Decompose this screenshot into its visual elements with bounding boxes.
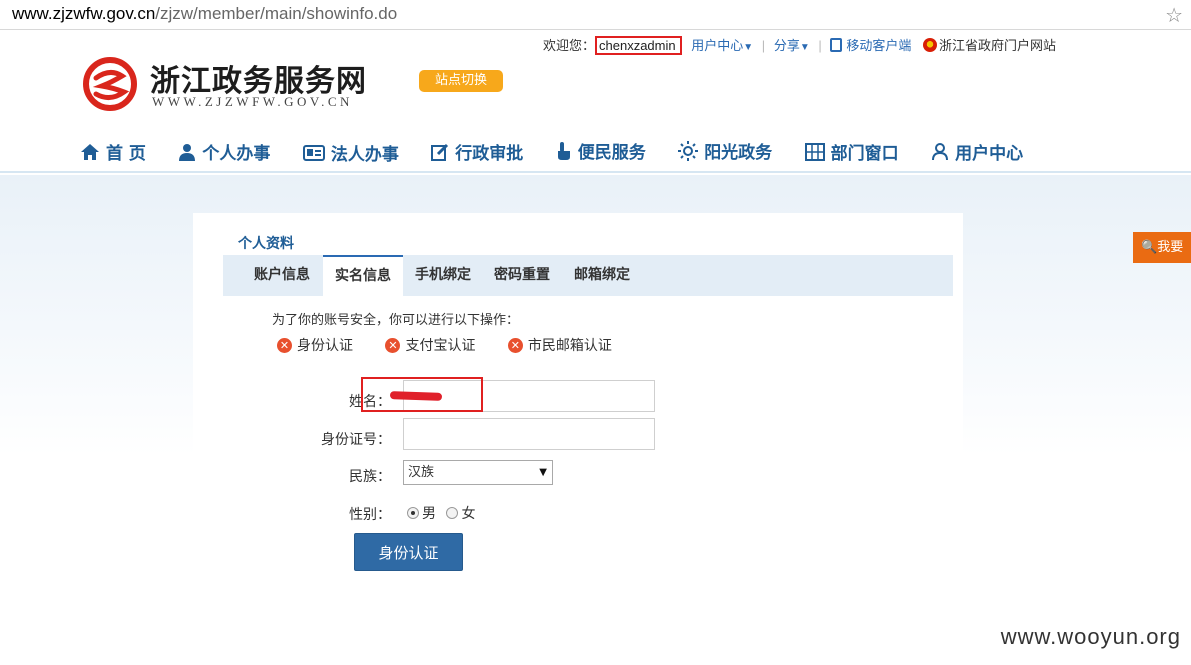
user-icon — [932, 142, 949, 160]
site-logo[interactable]: 浙江政务服务网 WWW.ZJZWFW.GOV.CN — [82, 56, 412, 116]
hand-icon — [557, 141, 570, 160]
nav-label: 便民服务 — [577, 143, 646, 163]
share-dropdown[interactable]: 分享▼ — [774, 38, 810, 53]
verification-label: 身份认证 — [297, 338, 353, 354]
url-host: www.zjzwfw.gov.cn — [12, 4, 156, 23]
user-center-dropdown[interactable]: 用户中心▼ — [691, 38, 753, 53]
gender-option-label: 女 — [461, 506, 476, 522]
nav-label: 行政审批 — [455, 144, 524, 164]
nav-label: 法人办事 — [330, 145, 399, 165]
nav-item-open-government[interactable]: 阳光政务 — [678, 138, 772, 163]
id-number-field[interactable] — [403, 418, 655, 450]
floating-side-label: 我要 — [1157, 240, 1184, 255]
mobile-phone-icon — [830, 38, 843, 52]
gender-radio-group: 男 女 — [407, 503, 475, 523]
person-icon — [179, 143, 196, 161]
id-number-label: 身份证号： — [321, 432, 391, 448]
nav-item-user-center[interactable]: 用户中心 — [931, 139, 1023, 164]
home-icon — [81, 143, 99, 160]
nav-item-public-service[interactable]: 便民服务 — [556, 138, 646, 163]
chevron-down-icon: ▼ — [799, 42, 810, 53]
user-center-label: 用户中心 — [691, 38, 744, 53]
url-text[interactable]: www.zjzwfw.gov.cn/zjzw/member/main/showi… — [12, 4, 397, 24]
close-circle-icon: ✕ — [507, 337, 523, 353]
gender-label: 性别： — [349, 507, 391, 523]
mobile-client-label: 移动客户端 — [846, 38, 912, 53]
browser-address-bar[interactable]: www.zjzwfw.gov.cn/zjzw/member/main/showi… — [0, 0, 1191, 30]
divider: | — [818, 38, 822, 53]
switch-site-button[interactable]: 站点切换 — [419, 70, 503, 92]
verification-label: 支付宝认证 — [405, 338, 476, 354]
username-display: chenxzadmin — [595, 36, 682, 55]
close-circle-icon: ✕ — [277, 337, 292, 353]
close-circle-icon: ✕ — [385, 337, 401, 353]
site-header: 欢迎您： chenxzadmin 用户中心▼ | 分享▼ | 移动客户端 浙江省政… — [0, 30, 1191, 173]
chevron-down-icon: ▼ — [743, 42, 754, 53]
radio-button[interactable] — [407, 507, 419, 519]
portal-label: 浙江省政府门户网站 — [939, 38, 1057, 53]
bookmark-star-icon[interactable]: ☆ — [1165, 3, 1183, 27]
id-card-icon — [302, 144, 325, 161]
main-nav: 首 页 个人办事 法人办事 行政审批 便民服务 阳光政务 部门窗口 用户中心 — [80, 138, 1051, 166]
nav-item-corporate[interactable]: 法人办事 — [302, 140, 399, 165]
url-path: /zjzw/member/main/showinfo.do — [155, 4, 398, 23]
tab-password-reset[interactable]: 密码重置 — [483, 255, 561, 296]
ethnicity-label: 民族： — [349, 469, 391, 485]
panel-title: 个人资料 — [238, 236, 294, 252]
gender-option-male[interactable]: 男 — [407, 506, 436, 522]
verification-id[interactable]: ✕ 身份认证 — [277, 335, 353, 355]
national-emblem-icon — [923, 38, 938, 52]
nav-label: 部门窗口 — [830, 144, 899, 164]
nav-label: 阳光政务 — [704, 143, 773, 163]
verification-label: 市民邮箱认证 — [527, 338, 612, 354]
gender-option-label: 男 — [422, 506, 436, 522]
tab-email-binding[interactable]: 邮箱绑定 — [563, 255, 641, 296]
nav-item-department[interactable]: 部门窗口 — [804, 139, 899, 164]
divider: | — [761, 38, 766, 53]
dropdown-arrow-icon: ▼ — [539, 467, 547, 478]
tab-account-info[interactable]: 账户信息 — [243, 255, 321, 296]
watermark: www.wooyun.org — [1000, 624, 1181, 649]
mobile-client-link[interactable]: 移动客户端 — [830, 38, 911, 53]
ethnicity-select[interactable]: 汉族 ▼ — [403, 460, 553, 485]
profile-tabs: 账户信息 实名信息 手机绑定 密码重置 邮箱绑定 — [223, 255, 953, 296]
tab-phone-binding[interactable]: 手机绑定 — [405, 255, 481, 296]
portal-link[interactable]: 浙江省政府门户网站 — [923, 38, 1056, 53]
identity-verify-button[interactable]: 身份认证 — [354, 533, 463, 571]
share-label: 分享 — [773, 38, 800, 53]
logo-emblem-icon — [83, 57, 137, 111]
edit-icon — [431, 143, 449, 161]
top-utility-bar: 欢迎您： chenxzadmin 用户中心▼ | 分享▼ | 移动客户端 浙江省政… — [543, 35, 1056, 55]
welcome-text: 欢迎您： — [543, 38, 596, 53]
gender-option-female[interactable]: 女 — [446, 506, 475, 522]
floating-side-button[interactable]: 🔍我要 — [1133, 232, 1191, 263]
site-domain-subtitle: WWW.ZJZWFW.GOV.CN — [152, 94, 353, 109]
verification-list: ✕ 身份认证 ✕ 支付宝认证 ✕ 市民邮箱认证 — [277, 335, 640, 355]
nav-item-approval[interactable]: 行政审批 — [431, 139, 523, 164]
grid-icon — [804, 142, 825, 161]
nav-label: 首 页 — [106, 144, 146, 164]
nav-label: 个人办事 — [202, 144, 271, 164]
verification-alipay[interactable]: ✕ 支付宝认证 — [385, 335, 475, 355]
tab-real-name-info[interactable]: 实名信息 — [323, 255, 403, 296]
security-notice: 为了你的账号安全，你可以进行以下操作： — [272, 313, 520, 328]
verification-citizen-email[interactable]: ✕ 市民邮箱认证 — [507, 335, 612, 355]
profile-panel: 个人资料 账户信息 实名信息 手机绑定 密码重置 邮箱绑定 为了你的账号安全，你… — [193, 213, 963, 633]
search-icon: 🔍 — [1141, 240, 1158, 255]
ethnicity-value: 汉族 — [408, 465, 435, 480]
nav-item-home[interactable]: 首 页 — [80, 139, 146, 164]
radio-button[interactable] — [446, 507, 459, 519]
sun-icon — [678, 140, 699, 161]
nav-item-personal[interactable]: 个人办事 — [178, 139, 270, 164]
nav-label: 用户中心 — [955, 144, 1024, 164]
